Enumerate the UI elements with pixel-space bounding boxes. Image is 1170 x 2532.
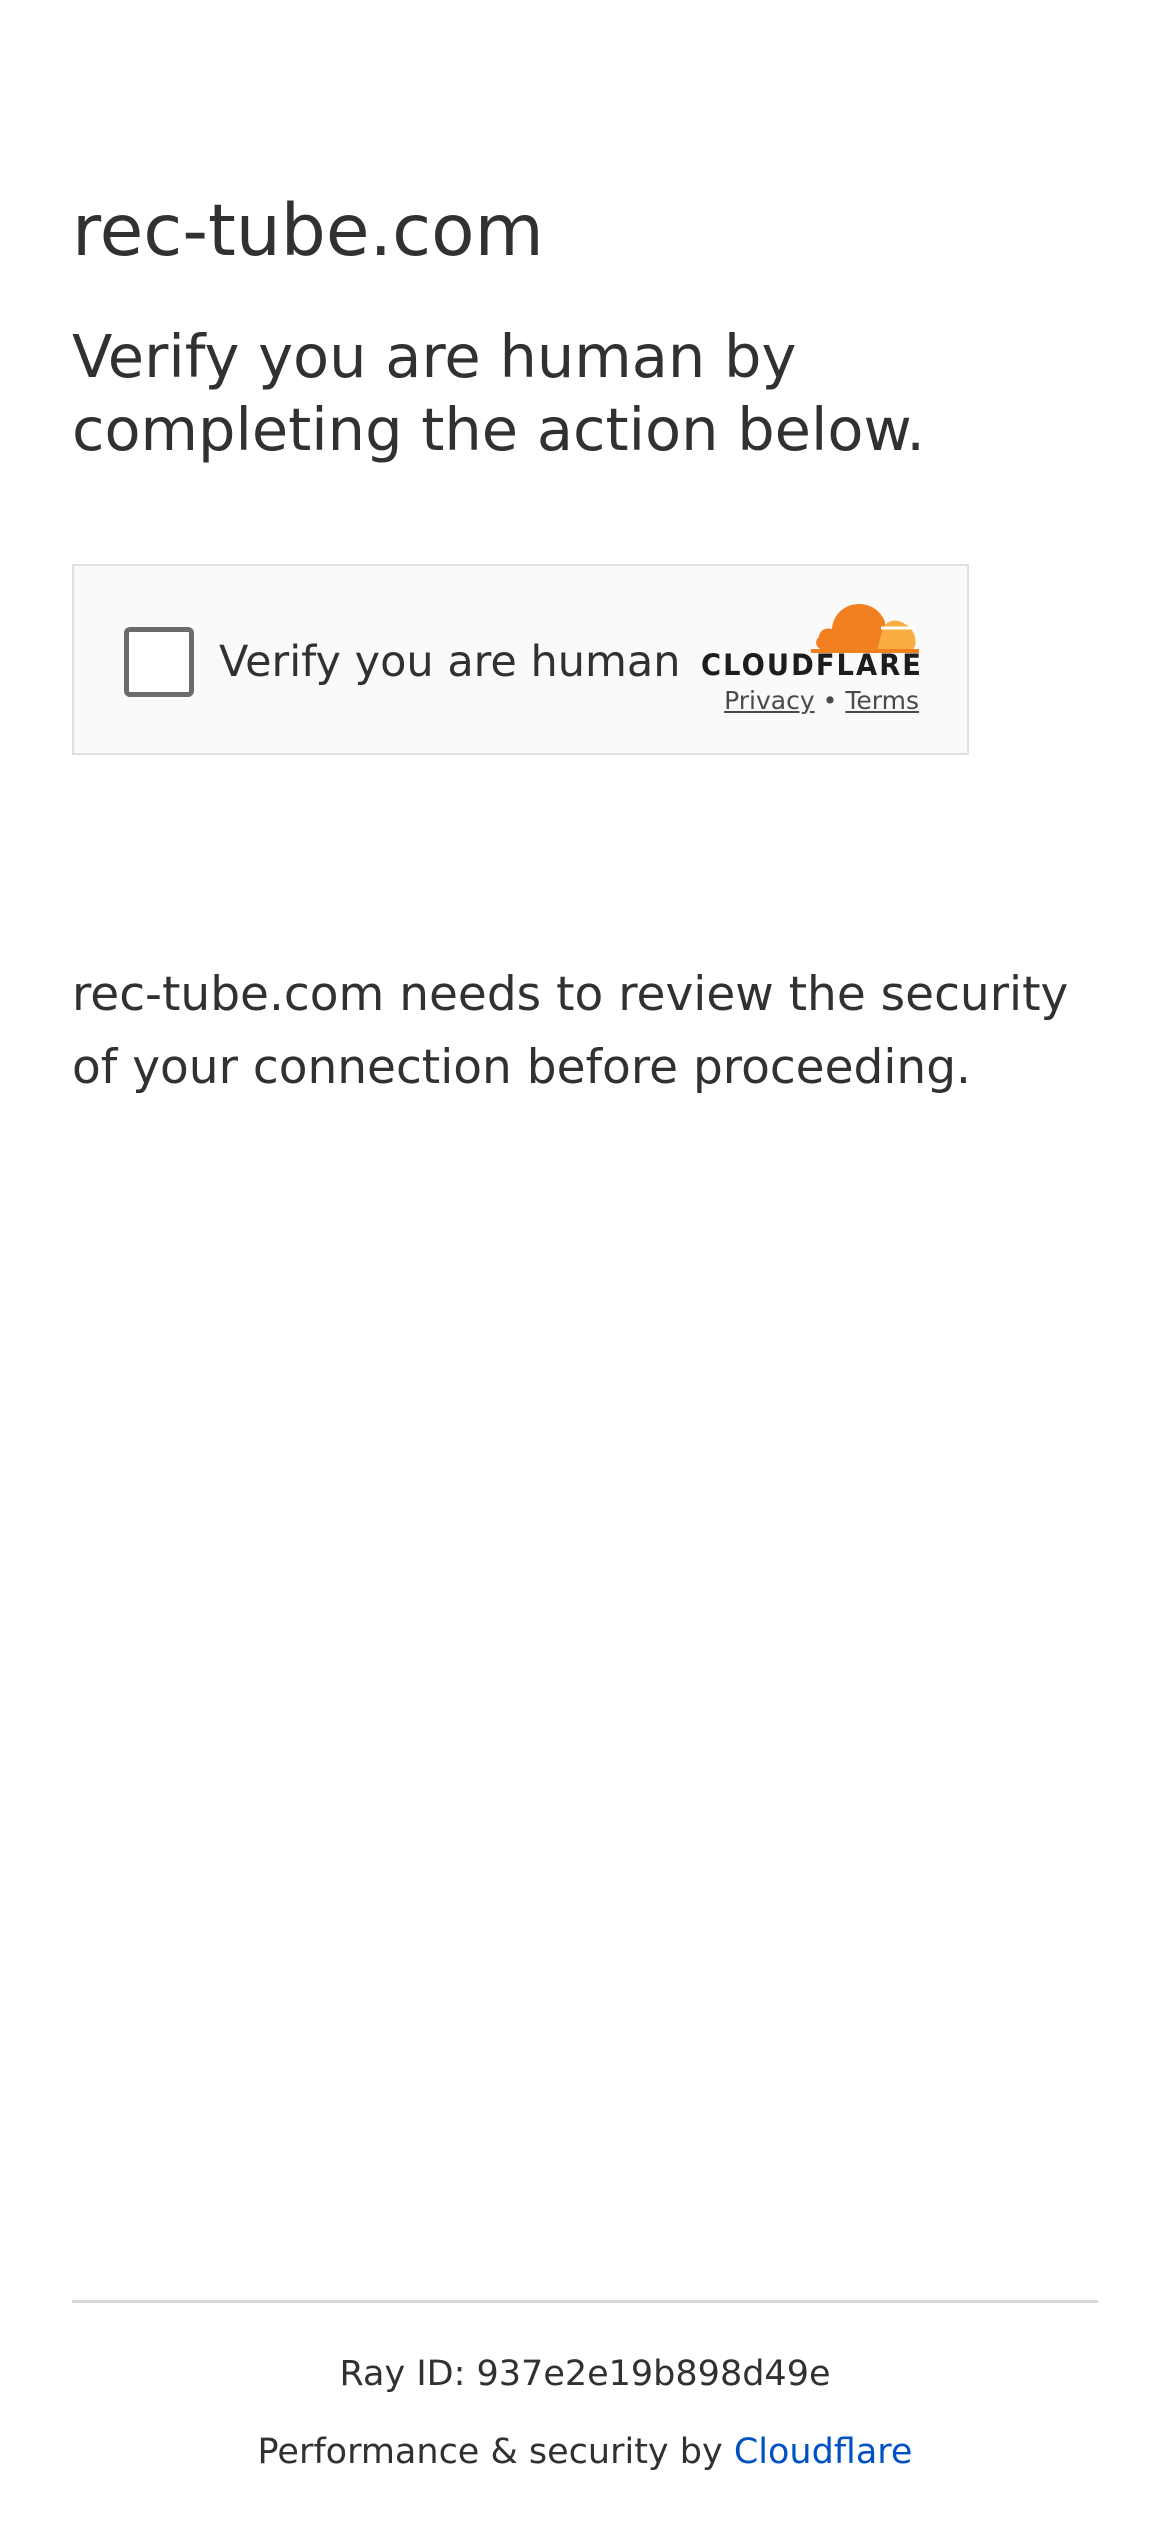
link-separator: • <box>822 686 838 715</box>
verify-checkbox[interactable] <box>124 627 194 697</box>
challenge-headline: Verify you are human by completing the a… <box>72 322 926 464</box>
cloudflare-brand: CLOUDFLARE Privacy • Terms <box>701 598 929 728</box>
privacy-link[interactable]: Privacy <box>724 686 815 715</box>
cloudflare-cloud-icon <box>811 604 919 653</box>
performance-text: Performance & security by <box>257 2432 734 2472</box>
widget-links: Privacy • Terms <box>724 684 919 718</box>
verify-checkbox-label[interactable]: Verify you are human <box>219 634 681 690</box>
cloudflare-link[interactable]: Cloudflare <box>734 2432 913 2472</box>
ray-id: Ray ID: 937e2e19b898d49e <box>339 2354 831 2394</box>
footer-divider <box>72 2300 1098 2303</box>
performance-footer: Performance & security by Cloudflare <box>0 2428 1170 2476</box>
site-title: rec-tube.com <box>72 189 544 272</box>
turnstile-widget: Verify you are human CLOUDFLARE Privacy •… <box>72 564 969 755</box>
cloudflare-wordmark-text: CLOUDFLARE <box>701 648 923 682</box>
terms-link[interactable]: Terms <box>845 686 919 715</box>
security-notice: rec-tube.com needs to review the securit… <box>72 967 1069 1095</box>
